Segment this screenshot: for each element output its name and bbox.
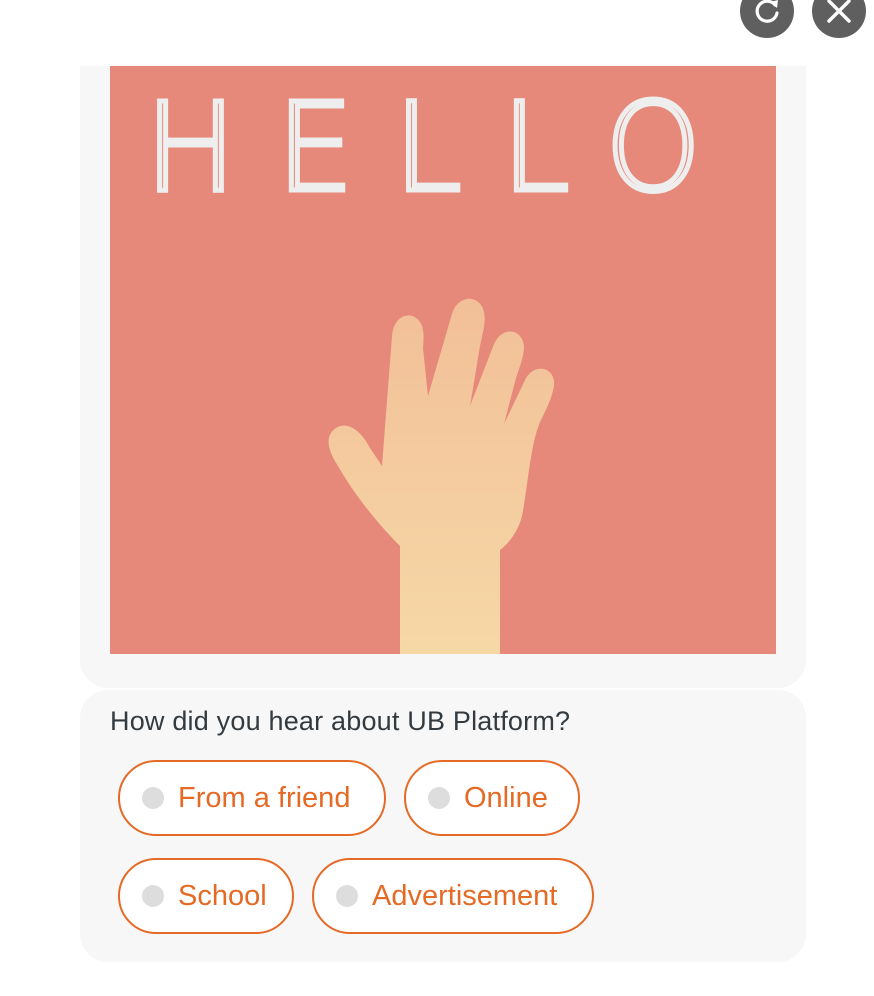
- close-icon: [827, 0, 851, 23]
- option-school[interactable]: School: [118, 858, 294, 934]
- option-label: From a friend: [178, 781, 351, 814]
- question-card: How did you hear about UB Platform? From…: [80, 690, 806, 962]
- radio-dot-icon: [428, 787, 450, 809]
- option-online[interactable]: Online: [404, 760, 580, 836]
- radio-dot-icon: [336, 885, 358, 907]
- option-advertisement[interactable]: Advertisement: [312, 858, 594, 934]
- radio-dot-icon: [142, 885, 164, 907]
- option-label: Advertisement: [372, 879, 558, 912]
- refresh-button[interactable]: [740, 0, 794, 38]
- image-message-card: HELLO: [80, 66, 806, 688]
- chat-page: HELLO How did you hear about UB Platform…: [0, 0, 874, 996]
- radio-dot-icon: [142, 787, 164, 809]
- hello-image: HELLO: [110, 66, 776, 654]
- option-label: Online: [464, 781, 548, 814]
- refresh-icon: [755, 0, 779, 23]
- close-button[interactable]: [812, 0, 866, 38]
- question-text: How did you hear about UB Platform?: [110, 706, 571, 736]
- hello-image-text: HELLO: [145, 77, 741, 219]
- option-from-a-friend[interactable]: From a friend: [118, 760, 386, 836]
- option-label: School: [178, 879, 267, 912]
